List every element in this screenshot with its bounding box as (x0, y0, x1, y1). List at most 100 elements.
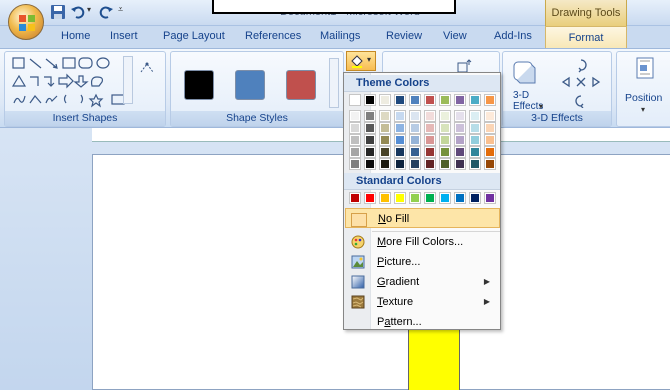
tab-view[interactable]: View (443, 30, 467, 42)
customize-qat-icon[interactable]: ⩡ (118, 4, 123, 15)
theme-color-swatch[interactable] (424, 94, 436, 106)
theme-shade-swatch[interactable] (364, 122, 376, 134)
theme-shade-swatch[interactable] (394, 122, 406, 134)
theme-shade-swatch[interactable] (379, 134, 391, 146)
theme-shade-swatch[interactable] (379, 122, 391, 134)
theme-shade-swatch[interactable] (439, 146, 451, 158)
theme-shade-swatch[interactable] (349, 110, 361, 122)
shape-style-red[interactable] (286, 70, 316, 100)
theme-color-swatch[interactable] (439, 94, 451, 106)
theme-shade-swatch[interactable] (484, 134, 496, 146)
theme-color-swatch[interactable] (394, 94, 406, 106)
theme-color-swatch[interactable] (349, 94, 361, 106)
tab-review[interactable]: Review (386, 30, 422, 42)
theme-shade-swatch[interactable] (439, 122, 451, 134)
tab-references[interactable]: References (245, 30, 301, 42)
standard-color-swatch[interactable] (379, 192, 391, 204)
standard-color-swatch[interactable] (409, 192, 421, 204)
theme-shade-swatch[interactable] (484, 158, 496, 170)
theme-shade-swatch[interactable] (424, 110, 436, 122)
menu-item-picture[interactable]: Picture... (345, 252, 500, 272)
standard-color-swatch[interactable] (484, 192, 496, 204)
theme-shade-swatch[interactable] (454, 134, 466, 146)
tab-page-layout[interactable]: Page Layout (163, 30, 225, 42)
shape-styles-scroll[interactable] (329, 58, 339, 108)
menu-item-no-fill[interactable]: No Fill (345, 208, 500, 228)
save-icon[interactable] (50, 4, 66, 20)
theme-shade-swatch[interactable] (469, 122, 481, 134)
theme-shade-swatch[interactable] (349, 122, 361, 134)
theme-shade-swatch[interactable] (379, 110, 391, 122)
theme-shade-swatch[interactable] (454, 146, 466, 158)
standard-color-swatch[interactable] (349, 192, 361, 204)
theme-color-swatch[interactable] (409, 94, 421, 106)
theme-shade-swatch[interactable] (424, 146, 436, 158)
office-button[interactable] (8, 4, 44, 40)
theme-shade-swatch[interactable] (409, 134, 421, 146)
tab-add-ins[interactable]: Add-Ins (494, 30, 532, 42)
theme-shade-swatch[interactable] (439, 158, 451, 170)
standard-color-swatch[interactable] (424, 192, 436, 204)
standard-color-swatch[interactable] (469, 192, 481, 204)
edit-shape-icon[interactable] (139, 60, 157, 76)
theme-shade-swatch[interactable] (439, 110, 451, 122)
theme-shade-swatch[interactable] (424, 158, 436, 170)
undo-dropdown-icon[interactable]: ▾ (87, 5, 91, 14)
theme-shade-swatch[interactable] (409, 110, 421, 122)
theme-shade-swatch[interactable] (409, 158, 421, 170)
3d-effects-dropdown-icon[interactable]: ▾ (539, 102, 543, 111)
theme-shade-swatch[interactable] (394, 134, 406, 146)
theme-shade-swatch[interactable] (439, 134, 451, 146)
theme-color-swatch[interactable] (454, 94, 466, 106)
theme-shade-swatch[interactable] (364, 110, 376, 122)
theme-shade-swatch[interactable] (394, 146, 406, 158)
shapes-gallery-scroll[interactable] (123, 56, 133, 104)
theme-shade-swatch[interactable] (484, 122, 496, 134)
theme-shade-swatch[interactable] (349, 158, 361, 170)
standard-color-swatch[interactable] (364, 192, 376, 204)
theme-shade-swatch[interactable] (349, 134, 361, 146)
redo-icon[interactable] (98, 4, 114, 20)
standard-color-swatch[interactable] (454, 192, 466, 204)
theme-shade-swatch[interactable] (469, 110, 481, 122)
3d-tilt-controls[interactable] (559, 58, 603, 108)
theme-shade-swatch[interactable] (469, 146, 481, 158)
undo-icon[interactable] (70, 4, 86, 20)
theme-shade-swatch[interactable] (469, 158, 481, 170)
theme-shade-swatch[interactable] (454, 122, 466, 134)
tab-format[interactable]: Format (545, 26, 627, 49)
tab-home[interactable]: Home (61, 30, 90, 42)
theme-color-swatch[interactable] (484, 94, 496, 106)
theme-shade-swatch[interactable] (454, 158, 466, 170)
theme-shade-swatch[interactable] (349, 146, 361, 158)
theme-shade-swatch[interactable] (424, 122, 436, 134)
theme-shade-swatch[interactable] (394, 110, 406, 122)
theme-shade-swatch[interactable] (409, 146, 421, 158)
theme-shade-swatch[interactable] (364, 158, 376, 170)
theme-shade-swatch[interactable] (364, 134, 376, 146)
theme-shade-swatch[interactable] (409, 122, 421, 134)
shape-style-blue[interactable] (235, 70, 265, 100)
shapes-gallery[interactable] (11, 55, 135, 109)
shape-fill-button[interactable]: ▾ (346, 51, 376, 71)
shape-style-black[interactable] (184, 70, 214, 100)
theme-shade-swatch[interactable] (484, 110, 496, 122)
theme-shade-swatch[interactable] (379, 158, 391, 170)
theme-shade-swatch[interactable] (379, 146, 391, 158)
theme-shade-swatch[interactable] (454, 110, 466, 122)
tab-insert[interactable]: Insert (110, 30, 138, 42)
theme-color-swatch[interactable] (364, 94, 376, 106)
standard-color-swatch[interactable] (394, 192, 406, 204)
tab-mailings[interactable]: Mailings (320, 30, 360, 42)
selected-shape[interactable] (408, 327, 460, 390)
theme-shade-swatch[interactable] (484, 146, 496, 158)
position-dropdown-icon[interactable]: ▾ (641, 105, 645, 114)
menu-item-texture[interactable]: Texture ▶ (345, 292, 500, 312)
3d-effects-button[interactable]: 3-D Effects (513, 90, 543, 112)
standard-color-swatch[interactable] (439, 192, 451, 204)
theme-shade-swatch[interactable] (469, 134, 481, 146)
menu-item-gradient[interactable]: Gradient ▶ (345, 272, 500, 292)
theme-color-swatch[interactable] (379, 94, 391, 106)
theme-color-swatch[interactable] (469, 94, 481, 106)
theme-shade-swatch[interactable] (424, 134, 436, 146)
